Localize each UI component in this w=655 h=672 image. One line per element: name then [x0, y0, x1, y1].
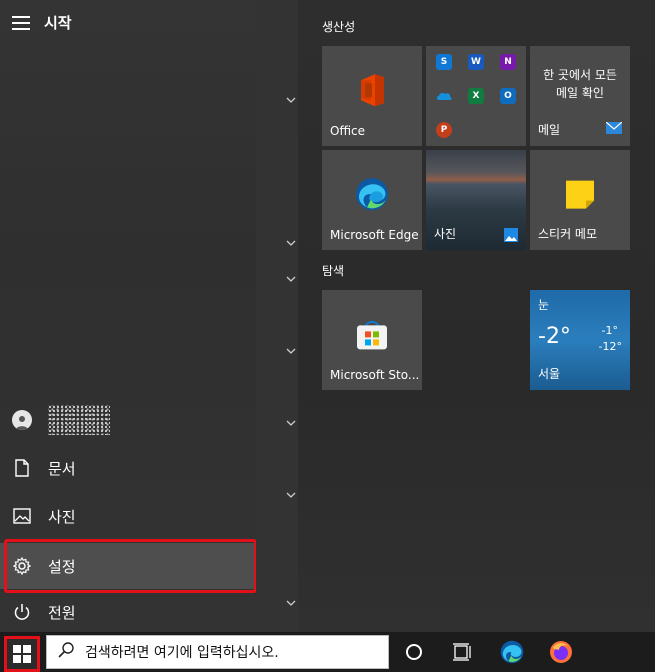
weather-temperature: -2°	[538, 324, 571, 349]
mail-envelope-icon	[605, 119, 623, 138]
tile-label: 스티커 메모	[538, 227, 598, 241]
office-logo-icon	[357, 73, 387, 111]
chevron-down-icon[interactable]	[286, 233, 296, 246]
firefox-taskbar-icon[interactable]	[549, 640, 573, 664]
weather-low: -12°	[598, 340, 622, 353]
rail-item-pictures[interactable]: 사진	[0, 493, 256, 539]
skype-icon[interactable]: S	[436, 54, 452, 70]
search-icon	[57, 641, 75, 663]
search-placeholder: 검색하려면 여기에 입력하십시오.	[85, 645, 279, 661]
rail-item-documents[interactable]: 문서	[0, 445, 256, 491]
chevron-down-icon[interactable]	[286, 593, 296, 606]
taskbar-search-box[interactable]: 검색하려면 여기에 입력하십시오.	[46, 635, 389, 669]
gear-icon	[12, 556, 32, 576]
chevron-down-icon[interactable]	[286, 269, 296, 282]
taskbar: 검색하려면 여기에 입력하십시오.	[0, 632, 655, 672]
tile-label: Microsoft Sto...	[330, 368, 420, 382]
rail-item-label: 전원	[48, 603, 76, 622]
mail-line-1: 한 곳에서 모든	[543, 68, 617, 82]
store-bag-icon	[356, 318, 388, 354]
tile-area: 생산성 Office S W N X O P 한 곳에서 모든 메일 확인 메일	[298, 0, 655, 632]
tile-label: 메일	[538, 123, 561, 137]
cortana-icon[interactable]	[402, 640, 426, 664]
tile-mail[interactable]: 한 곳에서 모든 메일 확인 메일	[530, 46, 630, 146]
document-icon	[12, 458, 32, 478]
start-menu-header: 시작	[12, 12, 72, 33]
excel-icon[interactable]: X	[468, 88, 484, 104]
user-avatar-icon	[12, 410, 32, 430]
user-account-item[interactable]	[0, 397, 256, 443]
task-view-icon[interactable]	[450, 640, 474, 664]
onenote-icon[interactable]: N	[500, 54, 516, 70]
tile-photos[interactable]: 사진	[426, 150, 526, 250]
photo-icon	[12, 506, 32, 526]
mail-line-2: 메일 확인	[556, 86, 604, 100]
onedrive-icon[interactable]	[436, 88, 452, 104]
windows-logo-icon	[13, 645, 31, 663]
sticky-note-icon	[565, 180, 595, 214]
rail-item-power[interactable]: 전원	[0, 589, 256, 635]
tile-label: 사진	[434, 227, 457, 241]
rail-item-label: 사진	[48, 507, 76, 526]
chevron-down-icon[interactable]	[286, 90, 296, 103]
outlook-icon[interactable]: O	[500, 88, 516, 104]
rail-item-label: 설정	[48, 557, 76, 576]
tile-label: Office	[330, 124, 366, 138]
tile-group-title: 탐색	[322, 264, 345, 278]
photos-app-icon	[504, 228, 518, 242]
weather-high: -1°	[601, 324, 618, 337]
tile-microsoft-store[interactable]: Microsoft Sto...	[322, 290, 422, 390]
start-menu-left-rail: 시작 문서 사진 설정 전원	[0, 0, 257, 635]
tile-edge[interactable]: Microsoft Edge	[322, 150, 422, 250]
tile-weather[interactable]: 눈 -2° -1° -12° 서울	[530, 290, 630, 390]
tile-label: Microsoft Edge	[330, 228, 419, 242]
tile-sticky-notes[interactable]: 스티커 메모	[530, 150, 630, 250]
chevron-down-icon[interactable]	[286, 341, 296, 354]
weather-condition: 눈	[538, 298, 550, 312]
rail-item-settings[interactable]: 설정	[0, 543, 256, 589]
weather-city: 서울	[538, 367, 561, 381]
mail-tile-text: 한 곳에서 모든 메일 확인	[538, 66, 622, 102]
hamburger-menu-icon[interactable]	[12, 15, 30, 30]
rail-item-label: 문서	[48, 459, 76, 478]
chevron-down-icon[interactable]	[286, 413, 296, 426]
power-icon	[12, 602, 32, 622]
word-icon[interactable]: W	[468, 54, 484, 70]
powerpoint-icon[interactable]: P	[436, 122, 452, 138]
start-menu-title: 시작	[44, 14, 72, 32]
tile-group-title: 생산성	[322, 20, 356, 34]
chevron-down-icon[interactable]	[286, 485, 296, 498]
tile-office[interactable]: Office	[322, 46, 422, 146]
start-button[interactable]	[4, 636, 40, 672]
edge-logo-icon	[355, 177, 389, 215]
user-name-redacted	[48, 405, 110, 435]
edge-taskbar-icon[interactable]	[500, 640, 524, 664]
tile-office-apps[interactable]: S W N X O P	[426, 46, 526, 146]
